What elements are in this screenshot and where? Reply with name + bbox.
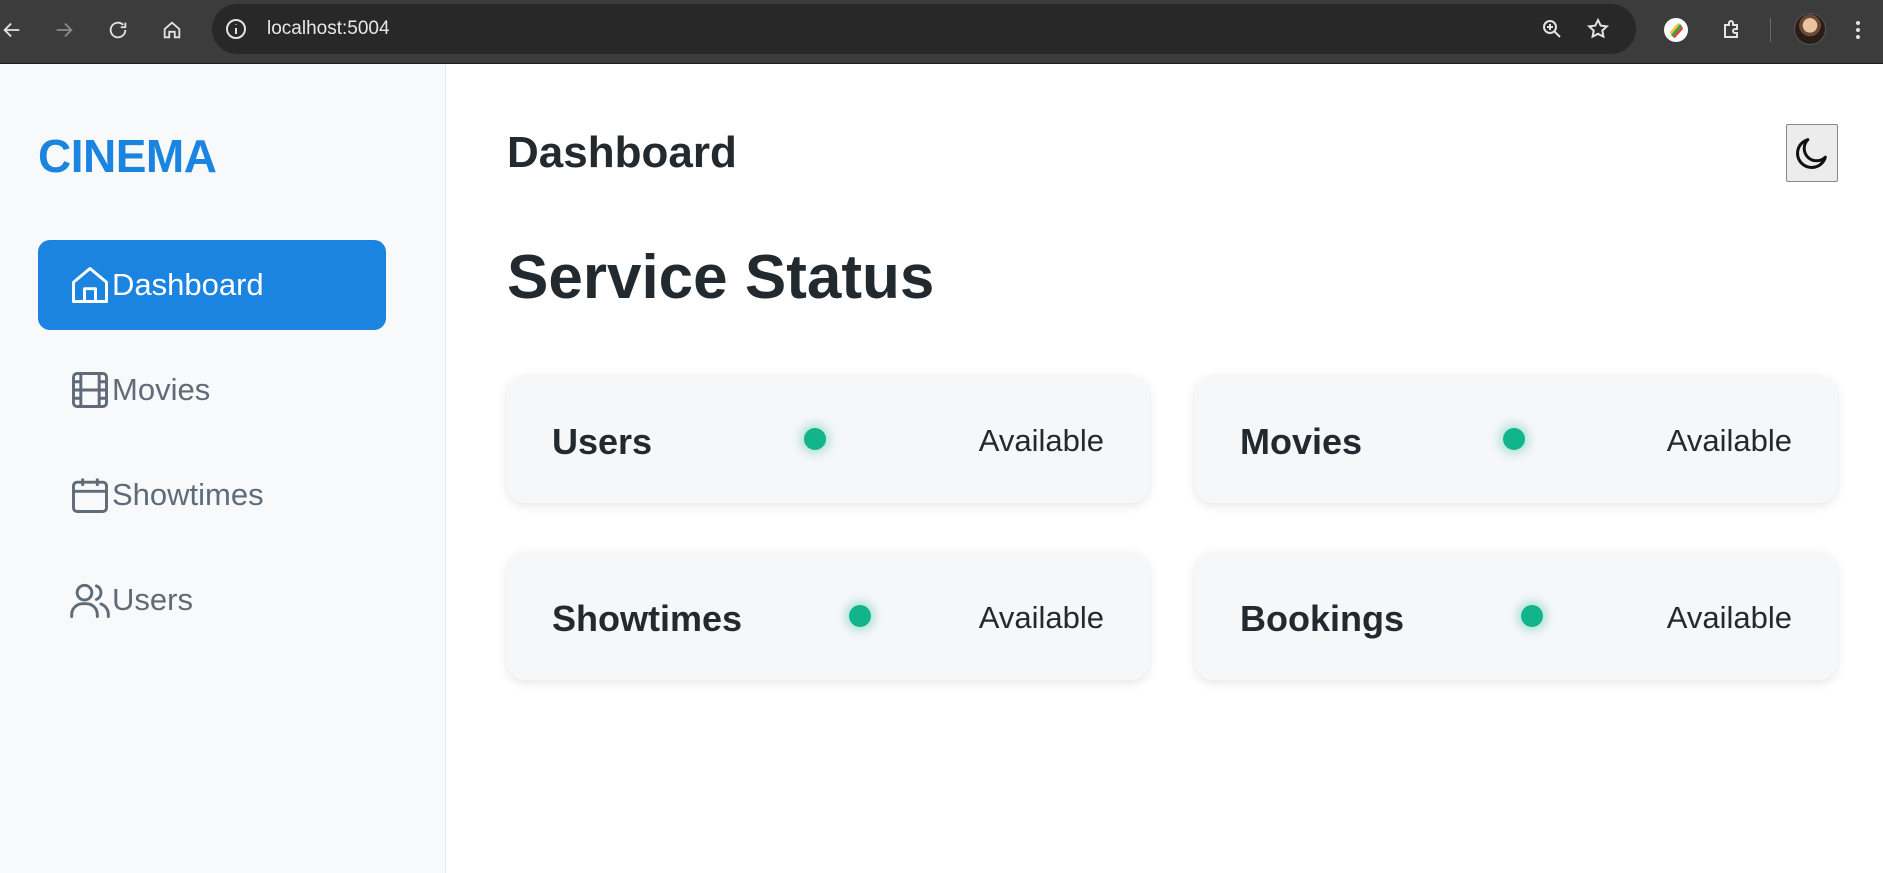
status-indicator-dot — [804, 428, 826, 450]
zoom-icon[interactable] — [1540, 17, 1564, 41]
back-icon — [3, 22, 20, 38]
extension-color-icon — [1664, 18, 1688, 42]
sidebar-item-label: Dashboard — [112, 267, 264, 302]
kebab-menu-icon — [1856, 21, 1860, 39]
home-icon — [163, 21, 181, 39]
sidebar-item-showtimes[interactable]: Showtimes — [38, 450, 386, 540]
service-status: Available — [978, 600, 1104, 635]
service-card-users: Users Available — [507, 375, 1149, 503]
service-status: Available — [1666, 423, 1792, 458]
moon-icon — [1796, 138, 1827, 169]
profile-avatar[interactable] — [1794, 13, 1826, 45]
sidebar: CINEMA Dashboard Movies Showtimes Users — [0, 64, 446, 873]
forward-button[interactable] — [46, 12, 82, 48]
extensions-puzzle-icon — [1724, 20, 1738, 38]
theme-toggle-button[interactable] — [1786, 124, 1838, 182]
bookmark-star-icon[interactable] — [1586, 17, 1610, 41]
reload-button[interactable] — [100, 12, 136, 48]
toolbar-separator — [1770, 18, 1771, 42]
status-indicator-dot — [1503, 428, 1525, 450]
url-text[interactable]: localhost:5004 — [267, 18, 390, 40]
sidebar-item-movies[interactable]: Movies — [38, 345, 386, 435]
status-indicator-dot — [1521, 605, 1543, 627]
service-card-movies: Movies Available — [1195, 375, 1837, 503]
address-bar[interactable]: localhost:5004 — [212, 4, 1636, 54]
users-icon — [70, 583, 110, 618]
color-extension-button[interactable] — [1658, 12, 1694, 48]
brand-logo[interactable]: CINEMA — [38, 129, 217, 183]
status-indicator-dot — [849, 605, 871, 627]
calendar-icon — [72, 478, 108, 513]
service-name: Showtimes — [552, 598, 743, 639]
sidebar-item-label: Movies — [112, 372, 211, 407]
sidebar-item-users[interactable]: Users — [38, 555, 386, 645]
site-info-icon[interactable] — [224, 17, 248, 41]
back-button[interactable] — [0, 12, 30, 48]
browser-menu-button[interactable] — [1840, 12, 1876, 48]
service-status: Available — [1666, 600, 1792, 635]
home-icon — [72, 267, 108, 303]
forward-icon — [56, 22, 73, 38]
section-title: Service Status — [507, 243, 935, 312]
service-name: Users — [552, 421, 653, 462]
film-icon — [72, 372, 108, 408]
service-card-showtimes: Showtimes Available — [507, 552, 1149, 680]
service-status: Available — [978, 423, 1104, 458]
page-title: Dashboard — [507, 128, 737, 177]
home-button[interactable] — [154, 12, 190, 48]
service-card-bookings: Bookings Available — [1195, 552, 1837, 680]
browser-toolbar: localhost:5004 — [0, 0, 1883, 64]
sidebar-item-label: Showtimes — [112, 477, 264, 512]
service-name: Bookings — [1240, 598, 1405, 639]
sidebar-item-dashboard[interactable]: Dashboard — [38, 240, 386, 330]
sidebar-item-label: Users — [112, 582, 193, 617]
service-name: Movies — [1240, 421, 1363, 462]
extensions-button[interactable] — [1714, 12, 1750, 48]
reload-icon — [109, 21, 127, 39]
